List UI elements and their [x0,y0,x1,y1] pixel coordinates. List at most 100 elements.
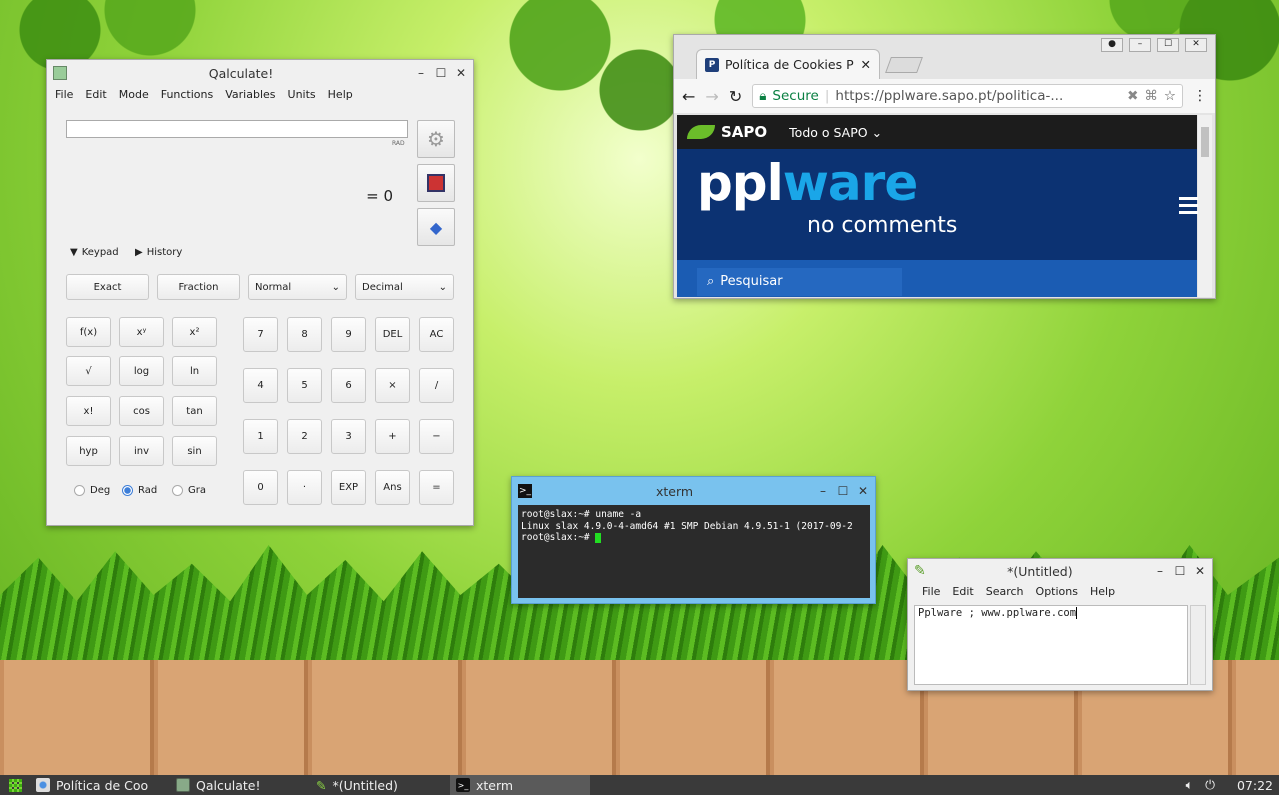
clear-button[interactable]: AC [419,317,454,352]
square-button[interactable]: x² [172,317,217,347]
maximize-button[interactable]: ☐ [837,484,849,498]
minus-button[interactable]: − [419,419,454,454]
site-search-box[interactable]: ⌕ Pesquisar [697,267,902,296]
text-area[interactable]: Pplware ; www.pplware.com [914,605,1188,685]
menu-edit[interactable]: Edit [85,88,106,101]
factorial-button[interactable]: x! [66,396,111,426]
key-0[interactable]: 0 [243,470,278,505]
convert-units-button[interactable]: ◆ [417,208,455,246]
display-mode-select[interactable]: Normal ⌄ [248,274,347,300]
back-icon[interactable]: ← [682,87,695,106]
xterm-titlebar[interactable]: >_ xterm – ☐ ✕ [512,477,875,505]
terminal-output[interactable]: root@slax:~# uname -a Linux slax 4.9.0-4-… [518,505,870,598]
inv-button[interactable]: inv [119,436,164,466]
close-button[interactable]: ✕ [1185,38,1207,52]
todo-sapo-menu[interactable]: Todo o SAPO ⌄ [789,125,882,140]
taskbar-item-browser[interactable]: Política de Coo [30,775,170,795]
bookmark-star-icon[interactable]: ☆ [1164,88,1176,104]
close-button[interactable]: ✕ [1194,564,1206,578]
multiply-button[interactable]: × [375,368,410,403]
exact-button[interactable]: Exact [66,274,149,300]
menu-edit[interactable]: Edit [952,585,973,598]
maximize-button[interactable]: ☐ [435,66,447,80]
key-5[interactable]: 5 [287,368,322,403]
tan-button[interactable]: tan [172,396,217,426]
menu-help[interactable]: Help [1090,585,1115,598]
key-3[interactable]: 3 [331,419,366,454]
key-2[interactable]: 2 [287,419,322,454]
editor-titlebar[interactable]: ✎ *(Untitled) – ☐ ✕ [908,559,1212,583]
taskbar-item-editor[interactable]: ✎ *(Untitled) [310,775,450,795]
angle-deg-radio[interactable]: Deg [74,485,110,496]
power-icon[interactable]: ⏻ [1205,777,1215,793]
key-8[interactable]: 8 [287,317,322,352]
maximize-button[interactable]: ☐ [1157,38,1179,52]
history-toggle[interactable]: ▶ History [135,247,182,258]
address-bar[interactable]: 🔒︎ Secure | https://pplware.sapo.pt/poli… [752,84,1183,108]
taskbar-item-qalculate[interactable]: Qalculate! [170,775,310,795]
ln-button[interactable]: ln [172,356,217,386]
minimize-button[interactable]: – [817,484,829,498]
cookie-blocked-icon[interactable]: ✖ [1127,88,1138,104]
number-base-select[interactable]: Decimal ⌄ [355,274,454,300]
angle-gra-radio[interactable]: Gra [172,485,206,496]
reload-icon[interactable]: ↻ [729,87,742,106]
key-6[interactable]: 6 [331,368,366,403]
forward-icon[interactable]: → [705,87,718,106]
preferences-button[interactable]: ⚙ [417,120,455,158]
menu-units[interactable]: Units [288,88,316,101]
menu-file[interactable]: File [922,585,940,598]
hyp-button[interactable]: hyp [66,436,111,466]
angle-rad-radio[interactable]: Rad [122,485,157,496]
clock[interactable]: 07:22 [1237,778,1273,793]
new-tab-button[interactable] [885,57,923,73]
translate-icon[interactable]: ⌘ [1144,88,1158,104]
minimize-button[interactable]: – [1154,564,1166,578]
answer-button[interactable]: Ans [375,470,410,505]
keypad-toggle[interactable]: ▼ Keypad [70,247,119,258]
power-button[interactable]: xʸ [119,317,164,347]
plus-button[interactable]: + [375,419,410,454]
maximize-button[interactable]: ☐ [1174,564,1186,578]
key-1[interactable]: 1 [243,419,278,454]
exp-button[interactable]: EXP [331,470,366,505]
close-button[interactable]: ✕ [857,484,869,498]
delete-button[interactable]: DEL [375,317,410,352]
pplware-logo[interactable]: pplware [697,154,918,212]
menu-file[interactable]: File [55,88,73,101]
expression-input[interactable] [66,120,408,138]
key-4[interactable]: 4 [243,368,278,403]
minimize-button[interactable]: – [415,66,427,80]
browser-tab[interactable]: P Política de Cookies P ✕ [696,49,880,79]
sapo-logo[interactable]: SAPO [687,123,767,141]
close-button[interactable]: ✕ [455,66,467,80]
equals-button[interactable]: = [419,470,454,505]
menu-search[interactable]: Search [986,585,1024,598]
menu-help[interactable]: Help [328,88,353,101]
divide-button[interactable]: / [419,368,454,403]
menu-mode[interactable]: Mode [119,88,149,101]
page-scrollbar[interactable] [1198,115,1212,297]
store-button[interactable] [417,164,455,202]
volume-icon[interactable]: 🔈︎ [1186,777,1194,793]
decimal-button[interactable]: · [287,470,322,505]
fraction-button[interactable]: Fraction [157,274,240,300]
menu-functions[interactable]: Functions [161,88,214,101]
tab-close-icon[interactable]: ✕ [861,57,871,72]
minimize-button[interactable]: – [1129,38,1151,52]
profile-icon[interactable]: ● [1101,38,1123,52]
scrollbar-thumb[interactable] [1201,127,1209,157]
editor-scrollbar[interactable] [1190,605,1206,685]
function-button[interactable]: f(x) [66,317,111,347]
menu-options[interactable]: Options [1036,585,1078,598]
key-7[interactable]: 7 [243,317,278,352]
key-9[interactable]: 9 [331,317,366,352]
menu-variables[interactable]: Variables [225,88,275,101]
sin-button[interactable]: sin [172,436,217,466]
sqrt-button[interactable]: √ [66,356,111,386]
qalculate-titlebar[interactable]: Qalculate! – ☐ ✕ [47,60,473,86]
start-menu-button[interactable] [0,778,30,792]
taskbar-item-xterm[interactable]: >_ xterm [450,775,590,795]
cos-button[interactable]: cos [119,396,164,426]
log-button[interactable]: log [119,356,164,386]
